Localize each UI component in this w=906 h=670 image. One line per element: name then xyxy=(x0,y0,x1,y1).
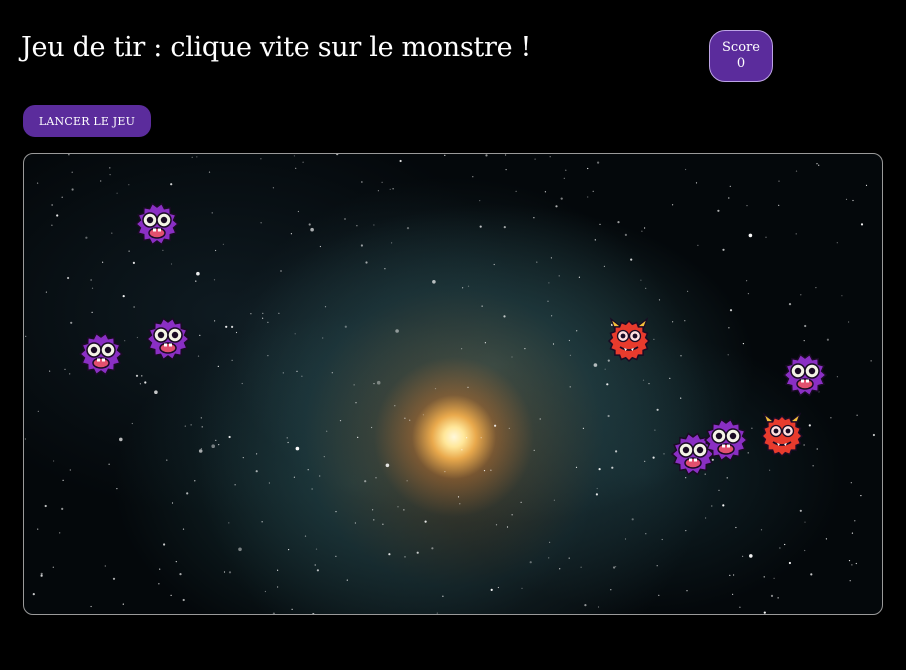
monster-4[interactable] xyxy=(605,315,653,363)
monster-5[interactable] xyxy=(781,350,829,398)
score-value: 0 xyxy=(736,56,746,71)
score-label: Score xyxy=(722,40,760,55)
monster-7[interactable] xyxy=(702,415,750,463)
game-field[interactable] xyxy=(23,153,883,615)
monster-8[interactable] xyxy=(758,410,806,458)
monster-3[interactable] xyxy=(77,329,125,377)
page-title: Jeu de tir : clique vite sur le monstre … xyxy=(21,32,532,63)
start-game-button[interactable]: LANCER LE JEU xyxy=(23,105,151,137)
game-page: Jeu de tir : clique vite sur le monstre … xyxy=(0,0,906,670)
monster-1[interactable] xyxy=(133,199,181,247)
score-badge: Score 0 xyxy=(709,30,773,82)
monster-2[interactable] xyxy=(144,314,192,362)
